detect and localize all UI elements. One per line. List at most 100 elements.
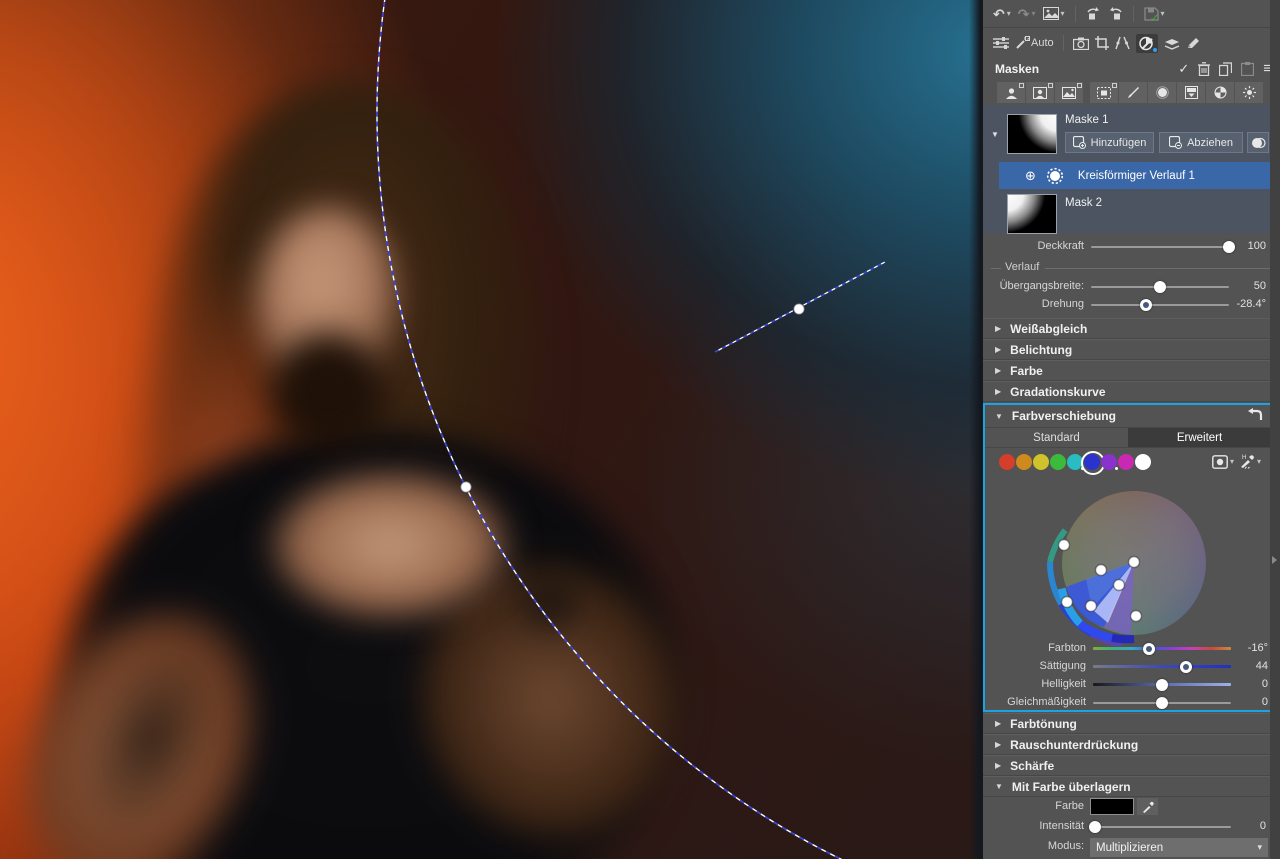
section-white-balance[interactable]: ▶Weißabgleich xyxy=(983,318,1280,339)
section-color[interactable]: ▶Farbe xyxy=(983,360,1280,381)
wheel-handle[interactable] xyxy=(1114,580,1125,591)
rotate-left-button[interactable] xyxy=(1086,7,1101,20)
mask1-expander[interactable]: ▼ xyxy=(991,130,999,139)
section-sharpness[interactable]: ▶Schärfe xyxy=(983,755,1280,776)
wheel-center-handle[interactable] xyxy=(1129,557,1140,568)
wheel-handle[interactable] xyxy=(1096,565,1107,576)
mask-paste-button[interactable] xyxy=(1241,62,1254,76)
redo-button[interactable]: ↷▾ xyxy=(1018,7,1036,21)
saturation-handle[interactable] xyxy=(1180,661,1192,673)
hue-handle[interactable] xyxy=(1143,643,1155,655)
overlay-intensity-slider[interactable] xyxy=(1091,826,1231,828)
wheel-handle[interactable] xyxy=(1131,611,1142,622)
save-button[interactable]: ✓ ▾ xyxy=(1144,7,1165,21)
section-noise-reduction[interactable]: ▶Rauschunterdrückung xyxy=(983,734,1280,755)
mask2-row[interactable]: Mask 2 xyxy=(983,191,1280,233)
rotation-value: -28.4° xyxy=(1226,298,1266,310)
retouch-tool-button[interactable] xyxy=(1186,36,1201,50)
hue-row: Farbton -16° xyxy=(985,641,1280,656)
color-wheel-overlay xyxy=(1028,466,1238,646)
undo-button[interactable]: ↶▾ xyxy=(993,7,1011,21)
mask-apply-button[interactable]: ✓ xyxy=(1178,61,1189,77)
transition-width-handle[interactable] xyxy=(1154,281,1166,293)
crop-tool-button[interactable] xyxy=(1095,36,1109,50)
color-dot[interactable] xyxy=(999,454,1015,470)
mask-linear-gradient-button[interactable] xyxy=(1177,82,1205,103)
panel-scroll-gutter[interactable] xyxy=(1270,0,1280,859)
mask-portrait-button[interactable] xyxy=(1026,82,1054,103)
color-shift-header[interactable]: ▼ Farbverschiebung xyxy=(985,405,1271,427)
overlay-eyedropper-button[interactable] xyxy=(1137,798,1158,815)
mask-rotation-axis[interactable] xyxy=(715,262,885,352)
mask-add-button[interactable]: Hinzufügen xyxy=(1065,132,1154,153)
mask-center-handle[interactable] xyxy=(794,304,805,315)
selected-gradient-row[interactable]: ⊕ Kreisförmiger Verlauf 1 xyxy=(999,162,1280,189)
transition-width-row: Übergangsbreite: 50 xyxy=(983,279,1280,294)
local-edits-tool-button[interactable] xyxy=(1136,34,1158,53)
masks-title: Masken xyxy=(995,62,1039,76)
mask-subtract-button[interactable]: Abziehen xyxy=(1159,132,1243,153)
rotation-slider[interactable] xyxy=(1091,304,1229,306)
mask-selection-button[interactable] xyxy=(1090,82,1118,103)
opacity-slider[interactable] xyxy=(1091,246,1229,248)
hue-slider[interactable] xyxy=(1093,647,1231,650)
overlay-intensity-handle[interactable] xyxy=(1089,821,1101,833)
rotation-label: Drehung xyxy=(983,298,1084,310)
wheel-handle[interactable] xyxy=(1062,597,1073,608)
add-to-mask-icon[interactable]: ⊕ xyxy=(1025,168,1036,184)
mask1-name[interactable]: Maske 1 xyxy=(1065,114,1108,126)
mask-invert-button[interactable] xyxy=(1247,132,1269,153)
mask-radial-gradient-button[interactable] xyxy=(1148,82,1176,103)
mask-badge xyxy=(1112,83,1117,88)
radial-gradient-icon xyxy=(1156,86,1169,99)
transition-width-slider[interactable] xyxy=(1091,286,1229,288)
blend-mode-select[interactable]: Multiplizieren ▾ xyxy=(1090,838,1268,857)
section-tone-curve[interactable]: ▶Gradationskurve xyxy=(983,381,1280,402)
mask2-thumbnail[interactable] xyxy=(1007,194,1057,234)
lightness-slider[interactable] xyxy=(1093,683,1231,686)
straighten-tool-button[interactable] xyxy=(1115,36,1130,50)
wheel-handle[interactable] xyxy=(1059,540,1070,551)
overlay-mode-label: Modus: xyxy=(983,840,1084,852)
lightness-handle[interactable] xyxy=(1156,679,1168,691)
sun-icon xyxy=(1243,86,1256,99)
mask-delete-button[interactable] xyxy=(1198,62,1210,76)
camera-tool-button[interactable] xyxy=(1073,37,1089,50)
auto-enhance-button[interactable]: Auto xyxy=(1015,36,1054,50)
mask-brush-button[interactable] xyxy=(1119,82,1147,103)
uniformity-handle[interactable] xyxy=(1156,697,1168,709)
tab-erweitert[interactable]: Erweitert xyxy=(1128,428,1271,447)
mask1-row[interactable]: ▼ Maske 1 Hinzufügen xyxy=(983,110,1280,158)
reset-section-button[interactable] xyxy=(1247,408,1263,422)
targeted-picker-button[interactable]: H ▾ xyxy=(1238,454,1261,469)
magic-wand-icon xyxy=(1015,36,1030,50)
rotate-right-button[interactable] xyxy=(1108,7,1123,20)
mask-background-button[interactable] xyxy=(1055,82,1083,103)
mask-color-range-button[interactable] xyxy=(1206,82,1234,103)
photo-canvas[interactable] xyxy=(0,0,983,859)
overlay-color-swatch[interactable] xyxy=(1090,798,1134,815)
layers-panel-button[interactable] xyxy=(1164,37,1180,50)
tab-standard[interactable]: Standard xyxy=(985,428,1128,447)
saturation-slider[interactable] xyxy=(1093,665,1231,668)
svg-text:H: H xyxy=(1242,455,1246,461)
lightness-row: Helligkeit 0 xyxy=(985,677,1280,692)
image-menu-button[interactable]: ▾ xyxy=(1043,7,1065,20)
overlay-intensity-value: 0 xyxy=(1226,820,1266,832)
section-color-overlay[interactable]: ▼Mit Farbe überlagern xyxy=(983,776,1280,797)
wheel-handle[interactable] xyxy=(1086,601,1097,612)
mask-subject-button[interactable] xyxy=(997,82,1025,103)
mask-badge xyxy=(1048,83,1053,88)
mask1-thumbnail[interactable] xyxy=(1007,114,1057,154)
panel-collapse-grip[interactable] xyxy=(1272,556,1277,564)
mask2-name[interactable]: Mask 2 xyxy=(1065,197,1102,209)
mask-luminance-button[interactable] xyxy=(1235,82,1263,103)
adjustments-button[interactable] xyxy=(993,36,1009,50)
section-color-toning[interactable]: ▶Farbtönung xyxy=(983,713,1280,734)
overlay-intensity-row: Intensität 0 xyxy=(983,819,1280,834)
uniformity-slider[interactable] xyxy=(1093,702,1231,704)
overlay-intensity-label: Intensität xyxy=(983,820,1084,832)
rotation-handle[interactable] xyxy=(1140,299,1152,311)
mask-copy-button[interactable] xyxy=(1219,62,1232,76)
section-exposure[interactable]: ▶Belichtung xyxy=(983,339,1280,360)
